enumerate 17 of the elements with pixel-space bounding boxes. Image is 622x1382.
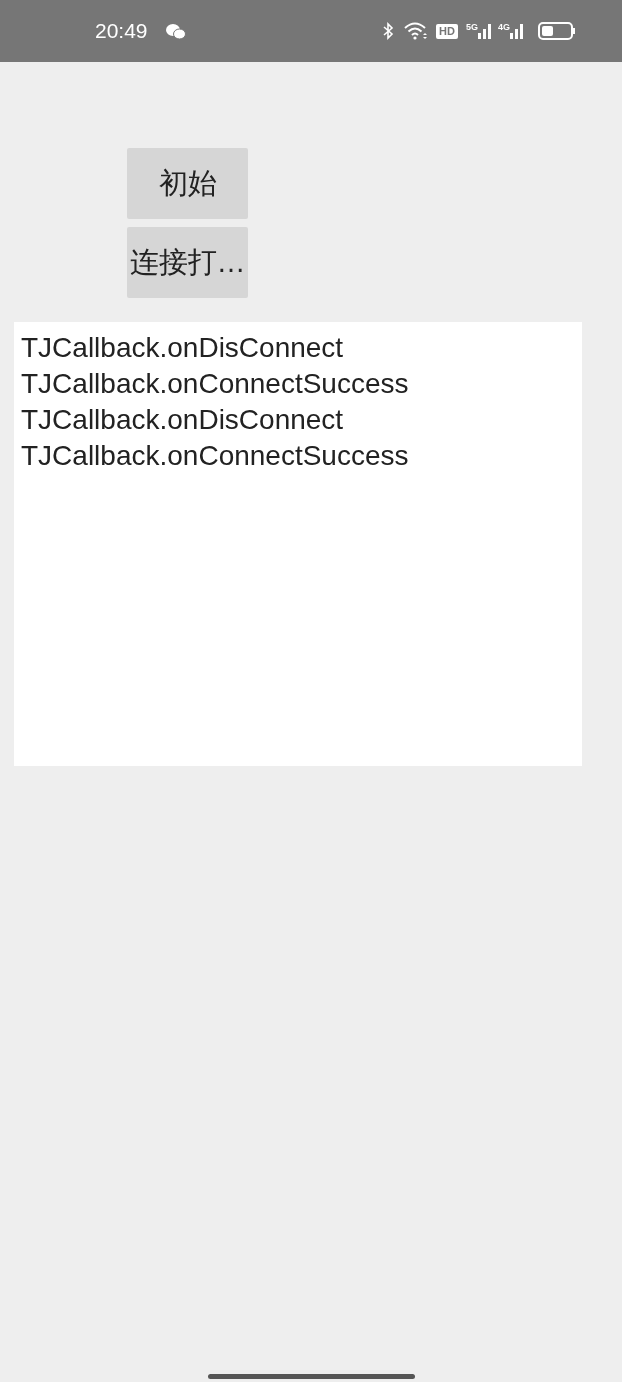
log-line: TJCallback.onDisConnect (21, 331, 345, 365)
wifi-icon (404, 22, 429, 40)
log-line: TJCallback.onDisConnect (21, 403, 345, 437)
home-indicator[interactable] (207, 1374, 415, 1379)
action-button[interactable]: 初始 (127, 148, 248, 219)
network-type-label: 4G (498, 23, 510, 32)
hd-voice-icon: HD (436, 23, 458, 39)
chat-bubbles-icon (165, 22, 186, 40)
network-type-label: 5G (465, 23, 478, 32)
signal-bars-icon (478, 23, 492, 39)
action-button[interactable]: 连接打… (127, 227, 248, 298)
log-line: TJCallback.onConnectSuccess (21, 367, 410, 401)
log-line: TJCallback.onConnectSuccess (21, 439, 410, 473)
signal-bars-icon (510, 23, 524, 39)
clock-time: 20:49 (95, 18, 148, 45)
battery-icon (538, 22, 576, 40)
bluetooth-icon (383, 22, 395, 40)
